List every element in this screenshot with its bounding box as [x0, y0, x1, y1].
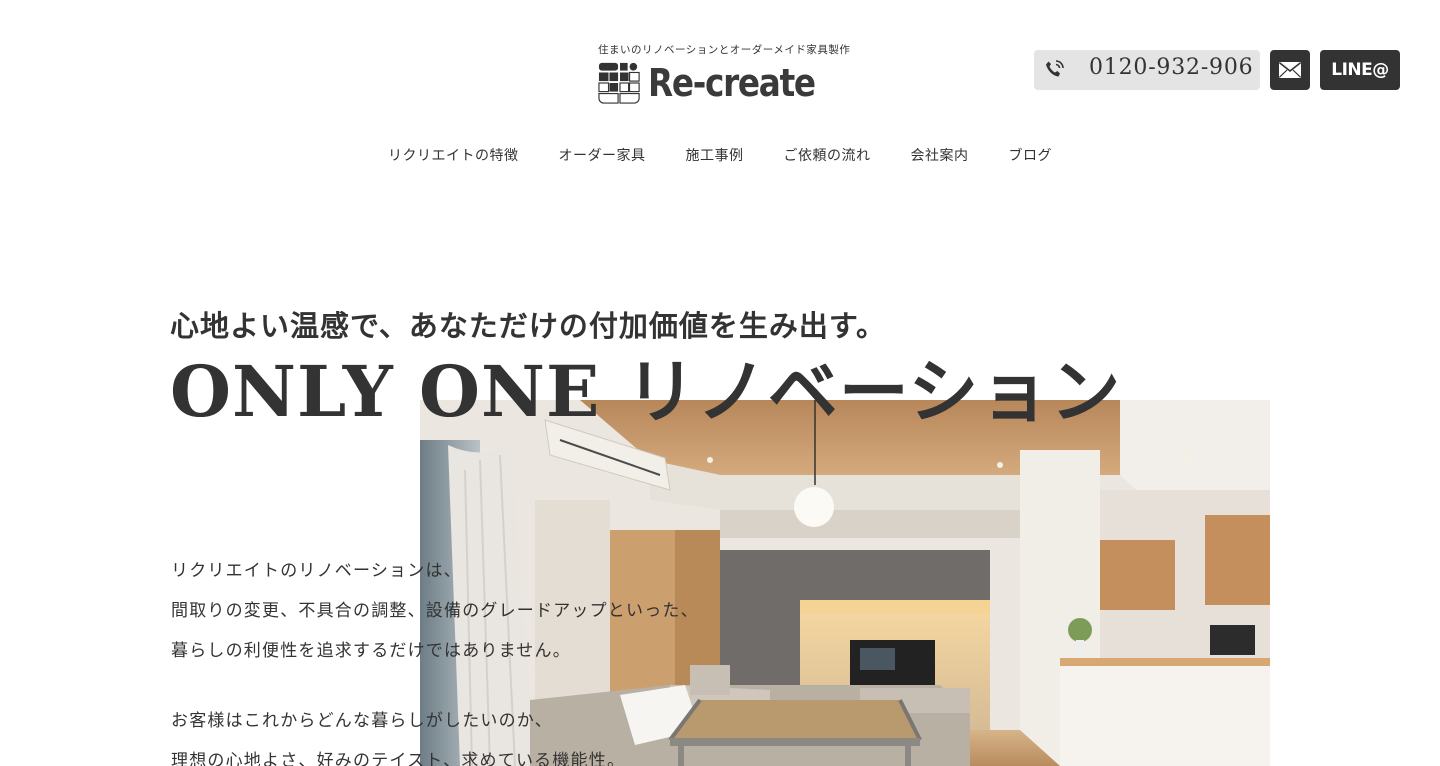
mail-button[interactable]: [1270, 50, 1310, 90]
body-text-line: お客様はこれからどんな暮らしがしたいのか、: [171, 711, 553, 731]
mail-icon: [1279, 62, 1301, 78]
main-nav: リクリエイトの特徴 オーダー家具 施工事例 ご依頼の流れ 会社案内 ブログ: [0, 145, 1440, 165]
hero-subtitle: 心地よい温感で、あなただけの付加価値を生み出す。: [170, 309, 886, 343]
logo-text: Re-create: [648, 61, 816, 105]
nav-item-flow[interactable]: ご依頼の流れ: [784, 145, 871, 165]
nav-item-company[interactable]: 会社案内: [911, 145, 969, 165]
phone-button[interactable]: 0120-932-906: [1034, 50, 1260, 90]
phone-icon: [1046, 60, 1064, 77]
logo-mark-icon: [598, 62, 640, 104]
body-text-line: 暮らしの利便性を追求するだけではありません。: [171, 641, 571, 661]
body-text-line: 間取りの変更、不具合の調整、設備のグレードアップといった、: [171, 601, 699, 621]
phone-number: 0120-932-906: [1089, 55, 1254, 80]
nav-item-blog[interactable]: ブログ: [1009, 145, 1053, 165]
nav-item-order-furniture[interactable]: オーダー家具: [559, 145, 646, 165]
line-button[interactable]: LINE@: [1320, 50, 1400, 90]
logo[interactable]: 住まいのリノベーションとオーダーメイド家具製作 Re-create: [598, 42, 851, 105]
logo-tagline: 住まいのリノベーションとオーダーメイド家具製作: [598, 44, 851, 56]
nav-item-works[interactable]: 施工事例: [686, 145, 744, 165]
logo-row: Re-create: [598, 61, 842, 105]
body-text-line: リクリエイトのリノベーションは、: [171, 561, 462, 581]
hero-title: ONLY ONE リノベーション: [170, 350, 1122, 433]
body-text-line: 理想の心地よさ、好みのテイスト、求めている機能性。: [171, 751, 626, 766]
nav-item-features[interactable]: リクリエイトの特徴: [388, 145, 519, 165]
